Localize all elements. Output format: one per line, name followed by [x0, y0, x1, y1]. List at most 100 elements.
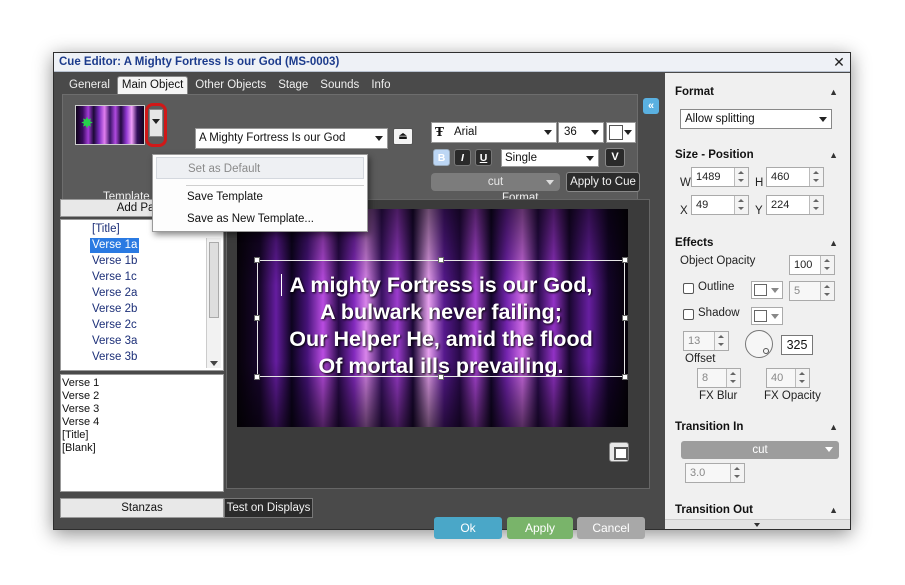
spinner-arrows[interactable]: [795, 369, 809, 387]
list-item[interactable]: Verse 4: [62, 416, 222, 429]
tab-general[interactable]: General: [64, 76, 115, 94]
song-select[interactable]: A Mighty Fortress Is our God: [195, 128, 388, 149]
list-item[interactable]: Verse 1c: [90, 270, 139, 285]
resize-handle[interactable]: [254, 257, 260, 263]
list-item[interactable]: [Title]: [90, 222, 122, 237]
panel-scroll-down[interactable]: [665, 519, 850, 529]
collapse-up-icon[interactable]: ▲: [829, 150, 838, 160]
list-item[interactable]: Verse 1b: [90, 254, 139, 269]
template-badge-icon: ✸: [80, 115, 94, 132]
height-spinner[interactable]: 460: [766, 167, 824, 187]
line-spacing-select[interactable]: Single: [501, 149, 599, 167]
verse-list[interactable]: [Title] Verse 1a Verse 1b Verse 1c Verse…: [60, 219, 224, 371]
scroll-down-icon[interactable]: [210, 361, 218, 366]
offset-label: Offset: [685, 353, 716, 365]
list-item[interactable]: Verse 2b: [90, 302, 139, 317]
italic-button[interactable]: I: [454, 149, 471, 166]
transition-in-duration-value: 3.0: [690, 467, 706, 479]
underline-button[interactable]: U: [475, 149, 492, 166]
lyric-line: Our Helper He, amid the flood: [289, 327, 593, 351]
transition-select[interactable]: cut: [431, 173, 560, 191]
shadow-angle-value[interactable]: 325: [781, 335, 813, 355]
menu-item-save-as-new-template[interactable]: Save as New Template...: [156, 208, 364, 230]
apply-to-cue-button[interactable]: Apply to Cue: [566, 172, 640, 192]
lyrics-text-box[interactable]: A mighty Fortress is our God, A bulwark …: [254, 257, 628, 380]
vertical-align-button[interactable]: V: [605, 148, 625, 167]
tab-info[interactable]: Info: [366, 76, 395, 94]
font-select[interactable]: Ŧ Arial: [431, 122, 557, 143]
menu-item-save-template[interactable]: Save Template: [156, 186, 364, 208]
load-template-button[interactable]: ⏏: [393, 128, 413, 145]
template-thumbnail[interactable]: ✸: [75, 105, 145, 145]
tab-other-objects[interactable]: Other Objects: [190, 76, 271, 94]
slide-preview: A mighty Fortress is our God, A bulwark …: [237, 209, 628, 427]
transition-in-duration-spinner[interactable]: 3.0: [685, 463, 745, 483]
stanzas-button[interactable]: Stanzas: [60, 498, 224, 518]
spinner-arrows[interactable]: [809, 196, 823, 214]
shadow-offset-spinner[interactable]: 13: [683, 331, 729, 351]
spinner-arrows[interactable]: [714, 332, 728, 350]
display-monitor-icon[interactable]: [609, 442, 629, 462]
menu-item-set-as-default[interactable]: Set as Default: [156, 157, 364, 179]
outline-size-spinner[interactable]: 5: [789, 281, 835, 301]
shadow-angle-dial[interactable]: [745, 330, 773, 358]
ok-button[interactable]: Ok: [434, 517, 502, 539]
collapse-panel-button[interactable]: «: [643, 98, 659, 114]
list-item[interactable]: Verse 3: [62, 403, 222, 416]
list-item[interactable]: Verse 2: [62, 390, 222, 403]
scrollbar-thumb[interactable]: [209, 242, 219, 318]
list-item[interactable]: Verse 3a: [90, 334, 139, 349]
fx-blur-spinner[interactable]: 8: [697, 368, 741, 388]
verse-order-list[interactable]: Verse 1 Verse 2 Verse 3 Verse 4 [Title] …: [60, 374, 224, 492]
spinner-arrows[interactable]: [734, 196, 748, 214]
resize-handle[interactable]: [622, 257, 628, 263]
collapse-up-icon[interactable]: ▲: [829, 505, 838, 515]
shadow-checkbox[interactable]: [683, 309, 694, 320]
collapse-up-icon[interactable]: ▲: [829, 87, 838, 97]
preview-area: A mighty Fortress is our God, A bulwark …: [226, 199, 650, 489]
spinner-arrows[interactable]: [726, 369, 740, 387]
shadow-color-picker[interactable]: [751, 307, 783, 325]
transition-in-select[interactable]: cut: [681, 441, 839, 459]
list-item[interactable]: Verse 1a: [90, 238, 140, 253]
spinner-arrows[interactable]: [820, 256, 834, 274]
y-spinner[interactable]: 224: [766, 195, 824, 215]
outline-checkbox[interactable]: [683, 283, 694, 294]
font-color-picker[interactable]: [606, 122, 636, 143]
object-opacity-spinner[interactable]: 100: [789, 255, 835, 275]
tab-main-object[interactable]: Main Object: [116, 76, 189, 95]
tab-stage[interactable]: Stage: [273, 76, 313, 94]
test-on-displays-button[interactable]: Test on Displays: [224, 498, 313, 518]
left-pane: General Main Object Other Objects Stage Soun…: [54, 73, 662, 539]
outline-color-picker[interactable]: [751, 281, 783, 299]
list-item[interactable]: Verse 1: [62, 377, 222, 390]
list-item[interactable]: Verse 3b: [90, 350, 139, 365]
bold-button[interactable]: B: [433, 149, 450, 166]
list-item[interactable]: [Title]: [62, 429, 222, 442]
tab-bar: General Main Object Other Objects Stage Soun…: [64, 76, 398, 95]
spinner-arrows[interactable]: [820, 282, 834, 300]
collapse-up-icon[interactable]: ▲: [829, 422, 838, 432]
splitting-select[interactable]: Allow splitting: [680, 109, 832, 129]
transition-out-title: Transition Out: [675, 504, 753, 516]
collapse-up-icon[interactable]: ▲: [829, 238, 838, 248]
font-size-select[interactable]: 36: [558, 122, 604, 143]
verse-list-scrollbar[interactable]: [206, 238, 221, 368]
x-spinner[interactable]: 49: [691, 195, 749, 215]
list-item[interactable]: Verse 2a: [90, 286, 139, 301]
fx-blur-value: 8: [702, 372, 709, 384]
line-spacing-value: Single: [505, 152, 537, 164]
apply-button[interactable]: Apply: [507, 517, 573, 539]
tab-sounds[interactable]: Sounds: [315, 76, 364, 94]
fx-opacity-spinner[interactable]: 40: [766, 368, 810, 388]
cancel-button[interactable]: Cancel: [577, 517, 645, 539]
chevron-down-icon: [771, 288, 779, 293]
spinner-arrows[interactable]: [809, 168, 823, 186]
list-item[interactable]: [Blank]: [62, 442, 222, 455]
resize-handle[interactable]: [438, 257, 444, 263]
spinner-arrows[interactable]: [734, 168, 748, 186]
width-spinner[interactable]: 1489: [691, 167, 749, 187]
spinner-arrows[interactable]: [730, 464, 744, 482]
list-item[interactable]: Verse 2c: [90, 318, 139, 333]
close-icon[interactable]: ✕: [832, 54, 846, 70]
